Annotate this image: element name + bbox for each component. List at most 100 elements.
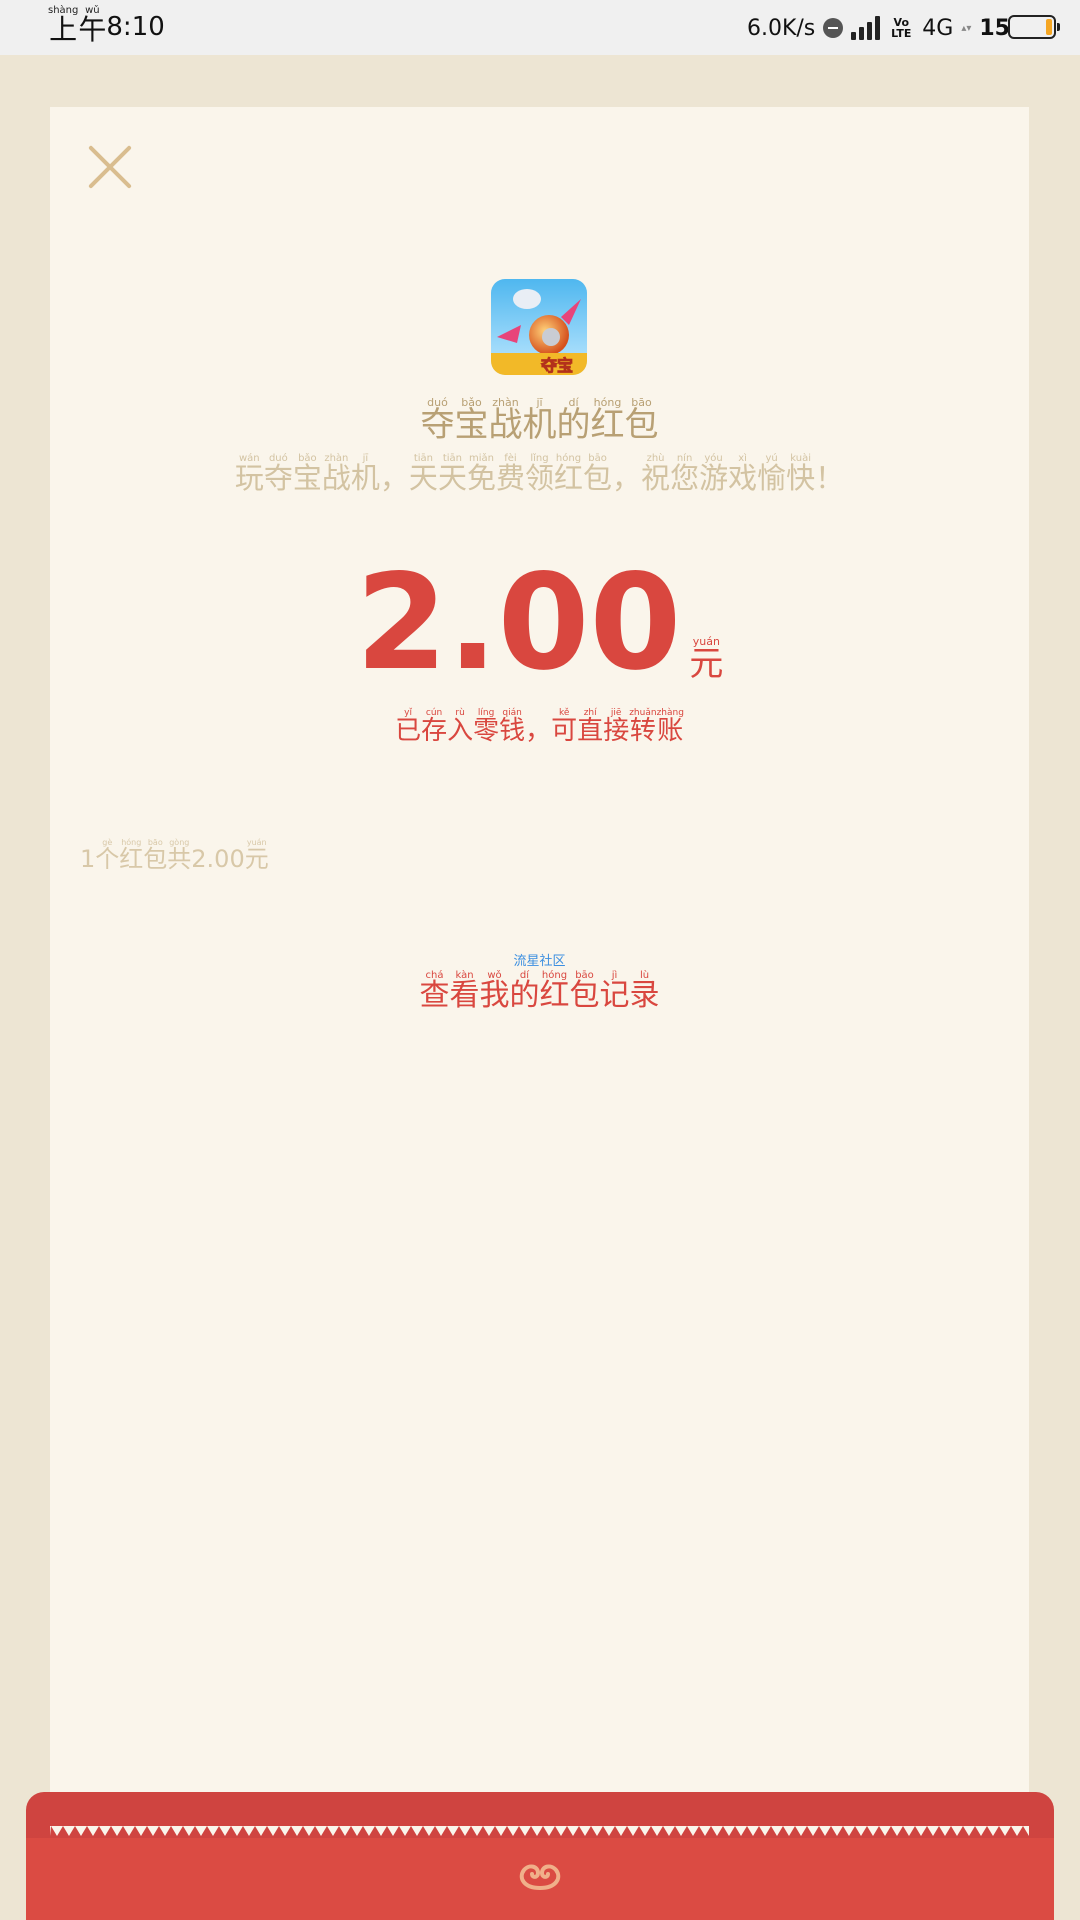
- watermark: 流星社区: [513, 954, 566, 969]
- ruby-char: bāo 包: [570, 971, 600, 1011]
- ruby-char: bǎo 宝: [293, 454, 322, 493]
- character: 直: [577, 716, 604, 746]
- ruby-char: yǐ 已: [395, 709, 421, 745]
- character: 宝: [292, 461, 322, 495]
- ruby-char: zhí 直: [577, 709, 604, 746]
- ruby-char: zhuǎn 转: [629, 709, 656, 746]
- ruby-char: zhù 祝: [641, 454, 670, 493]
- ruby-char: bāo 包: [583, 454, 612, 493]
- ruby-char: jī 机: [351, 454, 380, 493]
- ruby-char: ，: [380, 454, 409, 493]
- ruby-char: wǒ 我: [480, 971, 510, 1011]
- character: 红: [539, 978, 570, 1013]
- ruby-char: qián 钱: [499, 709, 526, 746]
- ruby-char: gè 个: [95, 839, 120, 873]
- ruby-char: tiān 天: [438, 454, 467, 493]
- character: ，: [379, 461, 409, 495]
- ruby-char: lǐng 领: [525, 454, 554, 493]
- ruby-char: jì 记: [600, 971, 630, 1011]
- character: 包: [569, 978, 600, 1013]
- ruby-char: dí 的: [510, 971, 540, 1011]
- character: 零: [473, 716, 500, 746]
- character: 您: [670, 461, 700, 495]
- envelope-logo-icon: [519, 1864, 561, 1890]
- character: 1: [80, 845, 96, 873]
- character: 红: [554, 461, 584, 495]
- character: ！: [815, 461, 845, 495]
- character: 的: [556, 405, 591, 445]
- character: 红: [590, 405, 625, 445]
- ruby-char: wán 玩: [235, 454, 264, 493]
- ruby-char: fèi 费: [496, 454, 525, 493]
- net-speed: 6.0K/s: [746, 15, 816, 41]
- character: 费: [495, 461, 525, 495]
- envelope-title: duó 夺 bǎo 宝 zhàn 战 jī 机 dí 的 hóng 红 bāo 包: [50, 397, 1029, 442]
- character: 包: [143, 845, 168, 873]
- ruby-char: rù 入: [447, 709, 474, 746]
- character: 戏: [728, 461, 758, 495]
- character: 红: [119, 845, 144, 873]
- character: 个: [95, 845, 120, 873]
- amount-display: 2.00 yuán 元: [50, 557, 1029, 689]
- character: 账: [657, 716, 684, 746]
- character: 入: [447, 716, 474, 746]
- ruby-char: zhàn 战: [322, 454, 351, 493]
- ruby-char: tiān 天: [409, 454, 438, 493]
- character: 快: [786, 461, 816, 495]
- battery-icon: [1008, 15, 1060, 39]
- character: 夺: [263, 461, 293, 495]
- ruby-char: jī 机: [523, 397, 557, 442]
- ruby-char: dí 的: [557, 397, 591, 442]
- character: 查: [419, 978, 450, 1013]
- ruby-char: hóng 红: [554, 454, 583, 493]
- ruby-char: zhàn 战: [489, 397, 523, 442]
- character: 转: [629, 716, 656, 746]
- status-time-value: 8:10: [106, 12, 165, 42]
- ruby-char: líng 零: [473, 709, 500, 746]
- svg-text:夺宝: 夺宝: [540, 356, 573, 375]
- red-envelope-card: 夺宝 duó 夺 bǎo 宝 zhàn 战 jī 机 dí 的 hóng 红 bāo 包 wán 玩 duó 夺…: [50, 107, 1029, 1842]
- character: 包: [624, 405, 659, 445]
- signal-icon: [851, 16, 881, 40]
- character: 包: [583, 461, 613, 495]
- dnd-icon: [823, 18, 844, 38]
- character: 钱: [499, 716, 526, 746]
- ruby-char: kě 可: [551, 709, 578, 746]
- ruby-char: jiē 接: [603, 709, 629, 745]
- character: 看: [449, 978, 480, 1013]
- ruby-char: gòng 共: [167, 839, 192, 873]
- app-icon: 夺宝: [491, 279, 587, 375]
- character: 宝: [454, 405, 489, 445]
- ruby-char: kàn 看: [450, 971, 480, 1011]
- ruby-char: 2.00: [191, 839, 244, 871]
- ruby-char: hóng 红: [540, 971, 570, 1011]
- character: 免: [466, 461, 496, 495]
- character: 共: [167, 845, 192, 873]
- character: 元: [244, 845, 269, 873]
- ruby-char: duó 夺: [421, 397, 455, 442]
- ruby-char: kuài 快: [786, 454, 815, 493]
- ruby-char: yú 愉: [757, 454, 786, 493]
- character: 愉: [757, 461, 787, 495]
- battery-level: 15: [979, 15, 1010, 41]
- ruby-char: zhàng 账: [657, 709, 684, 746]
- ruby-char: hóng 红: [119, 839, 144, 873]
- character: 战: [321, 461, 351, 495]
- ruby-char: xì 戏: [728, 454, 757, 493]
- count-summary: 1 gè 个 hóng 红 bāo 包 gòng 共 2.00 yuán 元: [80, 839, 269, 873]
- view-record-link[interactable]: chá 查 kàn 看 wǒ 我 dí 的 hóng 红 bāo 包 jì 记 lù 录: [50, 971, 1029, 1011]
- ruby-char: yuán 元: [244, 839, 269, 873]
- ruby-char: lù 录: [630, 971, 660, 1011]
- ruby-char: yóu 游: [699, 454, 728, 493]
- close-icon[interactable]: [88, 145, 132, 189]
- ruby-char: bāo 包: [625, 397, 659, 442]
- character: 2.00: [191, 845, 245, 873]
- character: 天: [408, 461, 438, 495]
- ruby-char: ，: [612, 454, 641, 493]
- character: 战: [488, 405, 523, 445]
- character: 可: [551, 716, 578, 746]
- volte-indicator: Vo LTE: [891, 16, 912, 40]
- status-time: shàng 上 wǔ 午 8:10: [48, 5, 165, 46]
- character: 玩: [234, 461, 264, 495]
- status-bar: shàng 上 wǔ 午 8:10 6.0K/s Vo LTE 4G ▴▾ 15: [0, 0, 1080, 55]
